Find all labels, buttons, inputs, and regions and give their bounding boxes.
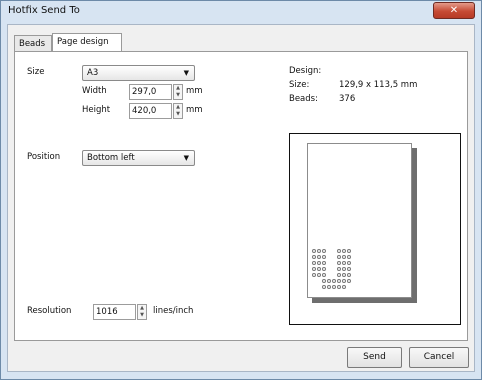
- bead-dot: [337, 249, 341, 253]
- window-title: Hotfix Send To: [8, 5, 80, 16]
- cancel-button[interactable]: Cancel: [409, 347, 469, 368]
- spin-down-icon[interactable]: ▼: [174, 92, 182, 99]
- bead-dot: [342, 255, 346, 259]
- bead-dot: [347, 261, 351, 265]
- bead-dot: [337, 279, 341, 283]
- bead-dot: [322, 279, 326, 283]
- bead-dot: [342, 273, 346, 277]
- width-input[interactable]: 297,0: [129, 84, 172, 100]
- resolution-unit: lines/inch: [153, 306, 194, 316]
- tab-page-design[interactable]: Page design: [52, 33, 122, 51]
- bead-dot: [312, 267, 316, 271]
- preview-sheet: [307, 143, 412, 298]
- bead-dot: [312, 273, 316, 277]
- spin-up-icon[interactable]: ▲: [174, 104, 182, 111]
- bead-dot: [342, 285, 346, 289]
- tab-page-design-label: Page design: [57, 37, 109, 47]
- width-spinner[interactable]: ▲ ▼: [173, 84, 183, 100]
- bead-dot: [317, 249, 321, 253]
- height-unit: mm: [186, 105, 203, 115]
- page-preview: [289, 133, 461, 325]
- resolution-spinner[interactable]: ▲ ▼: [137, 304, 147, 320]
- bead-dot: [327, 279, 331, 283]
- dialog-body: Beads Page design Size A3 ▼ Width 297,0 …: [7, 24, 475, 372]
- bead-dot: [337, 261, 341, 265]
- width-label: Width: [82, 86, 107, 96]
- bead-dot: [337, 255, 341, 259]
- bead-dot: [332, 279, 336, 283]
- bead-dot: [347, 249, 351, 253]
- bead-dot: [347, 279, 351, 283]
- bead-dot: [322, 261, 326, 265]
- bead-dot: [332, 285, 336, 289]
- spin-up-icon[interactable]: ▲: [138, 305, 146, 312]
- bead-dot: [342, 279, 346, 283]
- bead-dot: [312, 249, 316, 253]
- design-beads-value: 376: [339, 94, 356, 104]
- bead-dot: [327, 285, 331, 289]
- spin-down-icon[interactable]: ▼: [138, 312, 146, 319]
- height-input[interactable]: 420,0: [129, 103, 172, 119]
- bead-dot: [347, 267, 351, 271]
- bead-dot: [347, 273, 351, 277]
- size-dropdown[interactable]: A3 ▼: [82, 65, 195, 81]
- bead-dot: [312, 261, 316, 265]
- design-size-value: 129,9 x 113,5 mm: [339, 80, 418, 90]
- resolution-input[interactable]: 1016: [93, 304, 136, 320]
- position-dropdown-value: Bottom left: [87, 153, 135, 163]
- tab-beads-label: Beads: [19, 39, 46, 49]
- bead-dot: [347, 255, 351, 259]
- title-bar: Hotfix Send To ✕: [1, 1, 481, 23]
- bead-dot: [342, 261, 346, 265]
- spin-down-icon[interactable]: ▼: [174, 111, 182, 118]
- bead-dot: [322, 255, 326, 259]
- spin-up-icon[interactable]: ▲: [174, 85, 182, 92]
- design-beads-label: Beads:: [289, 94, 318, 104]
- position-label: Position: [27, 152, 61, 162]
- bead-dot: [342, 249, 346, 253]
- bead-pattern-preview: [312, 249, 357, 295]
- bead-dot: [317, 273, 321, 277]
- send-button[interactable]: Send: [347, 347, 402, 368]
- bead-dot: [342, 267, 346, 271]
- width-unit: mm: [186, 86, 203, 96]
- bead-dot: [322, 273, 326, 277]
- bead-dot: [337, 273, 341, 277]
- resolution-label: Resolution: [27, 306, 72, 316]
- design-heading: Design:: [289, 66, 322, 76]
- bead-dot: [322, 267, 326, 271]
- chevron-down-icon: ▼: [183, 154, 189, 162]
- bead-dot: [337, 285, 341, 289]
- close-button[interactable]: ✕: [433, 2, 475, 19]
- bead-dot: [312, 255, 316, 259]
- height-spinner[interactable]: ▲ ▼: [173, 103, 183, 119]
- bead-dot: [322, 249, 326, 253]
- bead-dot: [317, 261, 321, 265]
- design-size-label: Size:: [289, 80, 310, 90]
- bead-dot: [317, 255, 321, 259]
- bead-dot: [337, 267, 341, 271]
- bead-dot: [317, 267, 321, 271]
- height-label: Height: [82, 105, 111, 115]
- size-dropdown-value: A3: [87, 68, 99, 78]
- position-dropdown[interactable]: Bottom left ▼: [82, 150, 195, 166]
- size-label: Size: [27, 67, 45, 77]
- bead-dot: [322, 285, 326, 289]
- tab-beads[interactable]: Beads: [14, 35, 52, 51]
- dialog-window: Hotfix Send To ✕ Beads Page design Size …: [0, 0, 482, 380]
- chevron-down-icon: ▼: [183, 69, 189, 77]
- page-design-panel: Size A3 ▼ Width 297,0 ▲ ▼ mm Height 420,…: [14, 51, 468, 341]
